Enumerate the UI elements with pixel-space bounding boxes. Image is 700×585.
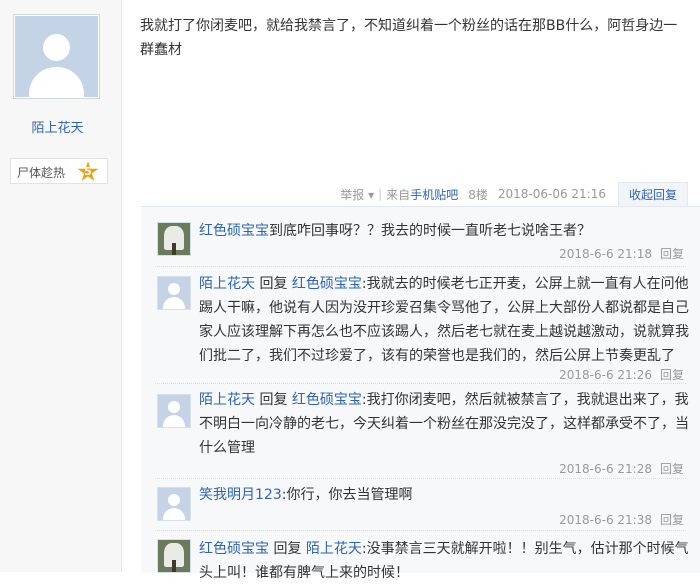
reply-word: 回复 <box>259 276 288 292</box>
client-link[interactable]: 手机贴吧 <box>410 186 458 203</box>
reply-username[interactable]: 笑我明月123 <box>199 487 282 503</box>
divider <box>155 478 686 479</box>
report-link[interactable]: 举报 ▾ <box>340 186 374 203</box>
user-avatar[interactable] <box>157 487 191 521</box>
author-name[interactable]: 陌上花天 <box>0 117 115 136</box>
reply-text: :你行，你去当管理啊 <box>281 487 413 503</box>
list-item: 陌上花天 回复 红色硕宝宝:我打你闭麦吧，然后就被禁言了，我就退出来了，我不明白… <box>141 388 700 478</box>
reply-username[interactable]: 陌上花天 <box>199 392 255 408</box>
reply-username[interactable]: 陌上花天 <box>199 276 255 292</box>
reply-list: 红色硕宝宝到底咋回事呀？？我去的时候一直听老七说啥王者？ 2018-6-6 21… <box>141 206 700 581</box>
divider <box>155 266 686 267</box>
user-avatar[interactable] <box>157 539 191 573</box>
reply-word: 回复 <box>273 541 302 557</box>
reply-button[interactable]: 回复 <box>660 462 684 476</box>
post-content: 我就打了你闭麦吧，就给我禁言了，不知道纠着一个粉丝的话在那BB什么，阿哲身边一群… <box>140 18 678 58</box>
list-item: 笑我明月123:你行，你去当管理啊 2018-6-6 21:38 回复 <box>141 483 700 529</box>
reply-word: 回复 <box>259 392 288 408</box>
author-sidebar: 陌上花天 尸体趁热 5 <box>0 0 122 572</box>
divider <box>155 383 686 384</box>
reply-button[interactable]: 回复 <box>660 513 684 527</box>
reply-time: 2018-6-6 21:26 <box>559 368 652 382</box>
reply-time: 2018-6-6 21:18 <box>559 247 652 261</box>
source-prefix: 来自 <box>386 187 411 202</box>
user-avatar[interactable] <box>157 222 191 256</box>
reply-username[interactable]: 红色硕宝宝 <box>199 541 269 557</box>
reply-time: 2018-6-6 21:38 <box>559 513 652 527</box>
list-item: 陌上花天 回复 红色硕宝宝:我就去的时候老七正开麦，公屏上就一直有人在问他踢人干… <box>141 270 700 382</box>
user-avatar[interactable] <box>157 394 191 428</box>
post-meta: 举报 ▾ | 来自 手机贴吧 8楼 2018-06-06 21:16 收起回复 <box>340 182 688 206</box>
reply-text: 到底咋回事呀？？我去的时候一直听老七说啥王者？ <box>269 223 591 239</box>
reply-time: 2018-6-6 21:28 <box>559 462 652 476</box>
reply-username[interactable]: 红色硕宝宝 <box>199 223 269 239</box>
reply-button[interactable]: 回复 <box>660 368 684 382</box>
floor-number: 8楼 <box>468 187 488 202</box>
chevron-down-icon: ▾ <box>368 187 375 202</box>
default-avatar-icon <box>15 16 98 97</box>
list-item: 红色硕宝宝 回复 陌上花天:没事禁言三天就解开啦！！别生气，估计那个时候气头上叫… <box>141 535 700 581</box>
list-item: 红色硕宝宝到底咋回事呀？？我去的时候一直听老七说啥王者？ 2018-6-6 21… <box>141 217 700 265</box>
rank-badge[interactable]: 尸体趁热 5 <box>10 158 108 184</box>
reply-button[interactable]: 回复 <box>660 247 684 261</box>
user-avatar[interactable] <box>157 276 191 310</box>
meta-separator: | <box>378 187 383 201</box>
collapse-replies-button[interactable]: 收起回复 <box>617 182 688 206</box>
reply-target[interactable]: 陌上花天 <box>306 541 362 557</box>
author-avatar[interactable] <box>13 14 100 99</box>
post-time: 2018-06-06 21:16 <box>497 187 606 201</box>
rank-label: 尸体趁热 <box>17 166 66 180</box>
reply-target[interactable]: 红色硕宝宝 <box>292 392 362 408</box>
divider <box>155 530 686 531</box>
level-star-icon: 5 <box>77 161 99 182</box>
reply-target[interactable]: 红色硕宝宝 <box>292 276 362 292</box>
